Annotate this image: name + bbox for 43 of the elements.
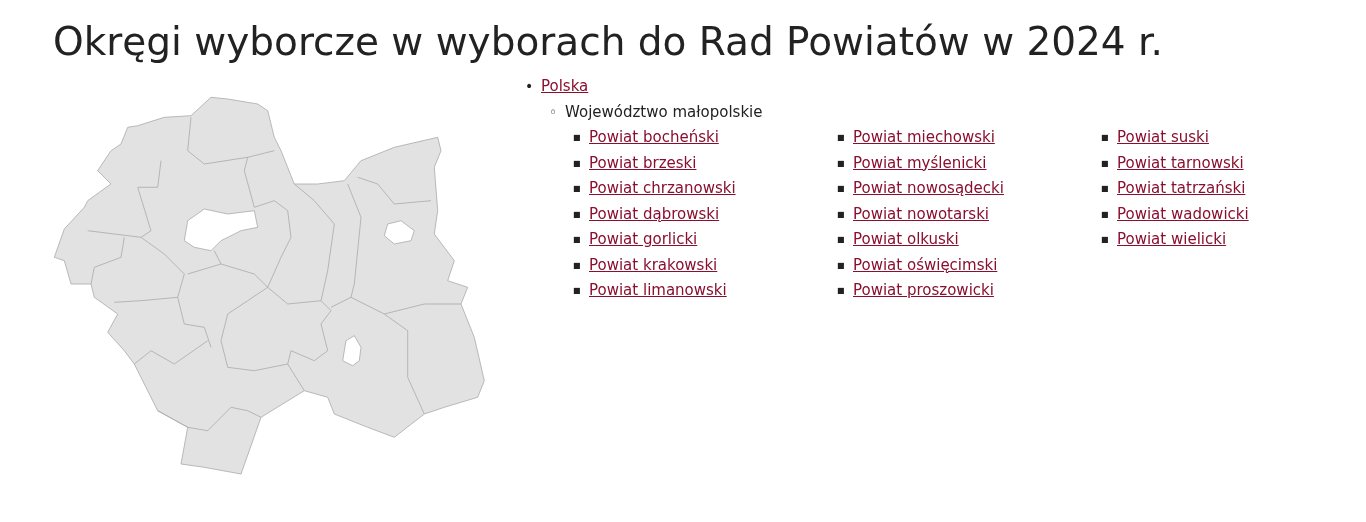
- list-bullet: ■: [573, 285, 582, 297]
- list-bullet: ■: [1101, 234, 1110, 246]
- list-bullet: ■: [573, 259, 582, 272]
- list-bullet: ■: [837, 157, 846, 170]
- list-bullet: ◦: [549, 102, 559, 122]
- district-link[interactable]: Powiat brzeski: [589, 153, 697, 172]
- district-link[interactable]: Powiat oświęcimski: [853, 255, 998, 274]
- district-link[interactable]: Powiat wadowicki: [1117, 204, 1249, 223]
- district-link[interactable]: Powiat olkuski: [853, 230, 959, 248]
- list-bullet: ■: [573, 183, 582, 195]
- region-label: Województwo małopolskie: [565, 102, 763, 121]
- district-link[interactable]: Powiat myślenicki: [853, 153, 987, 172]
- list-bullet: ■: [837, 208, 846, 221]
- list-bullet: ■: [573, 157, 582, 170]
- list-bullet: ■: [837, 183, 846, 195]
- list-bullet: ■: [837, 285, 846, 297]
- list-bullet: ■: [837, 259, 846, 272]
- list-bullet: ■: [837, 234, 846, 246]
- list-bullet: ■: [1101, 132, 1110, 144]
- list-bullet: ■: [573, 234, 582, 246]
- district-link[interactable]: Powiat wielicki: [1117, 230, 1227, 248]
- district-link[interactable]: Powiat tatrzański: [1117, 179, 1246, 197]
- district-link[interactable]: Powiat suski: [1117, 128, 1209, 146]
- list-bullet: ■: [1101, 183, 1110, 195]
- page-title: Okręgi wyborcze w wyborach do Rad Powiatów w 2024 r.: [53, 18, 1164, 66]
- district-link[interactable]: Powiat chrzanowski: [589, 179, 736, 197]
- district-link[interactable]: Powiat proszowicki: [853, 281, 994, 299]
- list-bullet: ■: [1101, 157, 1110, 170]
- district-link[interactable]: Powiat tarnowski: [1117, 153, 1244, 172]
- list-bullet: ■: [1101, 208, 1110, 221]
- district-link[interactable]: Powiat limanowski: [589, 281, 727, 299]
- district-link[interactable]: Powiat krakowski: [589, 255, 718, 274]
- list-bullet: ■: [837, 132, 846, 144]
- district-link[interactable]: Powiat miechowski: [853, 128, 995, 146]
- district-link[interactable]: Powiat dąbrowski: [589, 204, 720, 223]
- district-link[interactable]: Powiat nowosądecki: [853, 179, 1004, 197]
- district-link[interactable]: Polska: [541, 77, 589, 95]
- list-bullet: •: [525, 77, 535, 96]
- list-bullet: ■: [573, 208, 582, 221]
- district-link[interactable]: Powiat gorlicki: [589, 230, 698, 248]
- list-bullet: ■: [573, 132, 582, 144]
- district-link[interactable]: Powiat bocheński: [589, 128, 719, 146]
- district-link[interactable]: Powiat nowotarski: [853, 204, 989, 223]
